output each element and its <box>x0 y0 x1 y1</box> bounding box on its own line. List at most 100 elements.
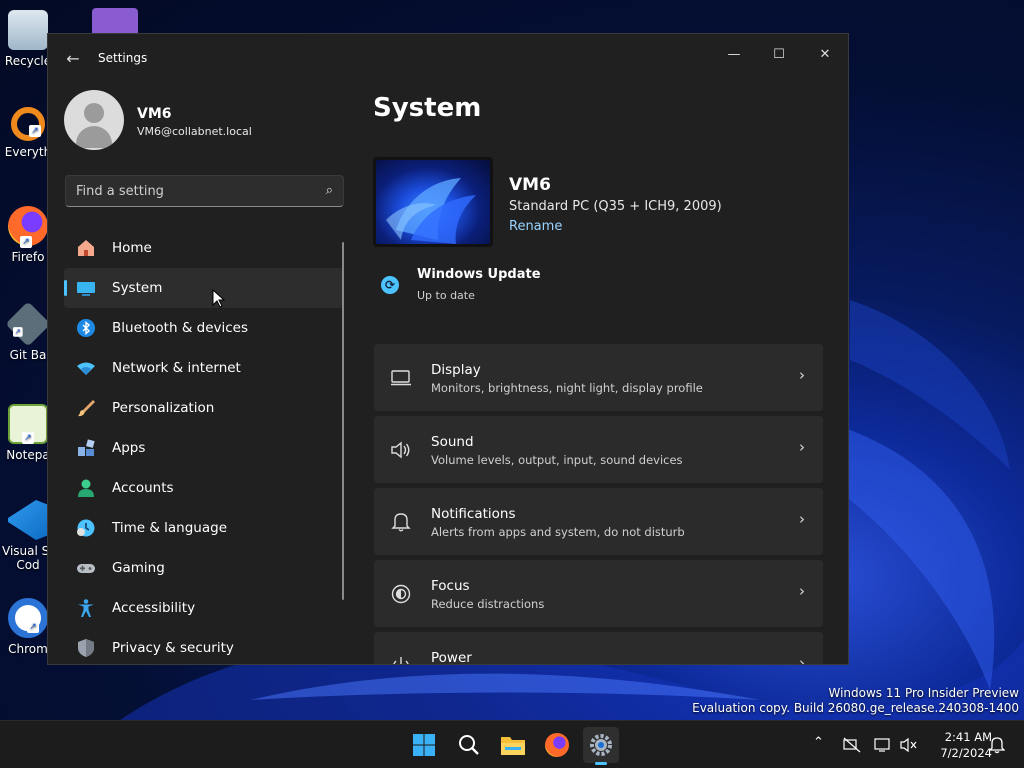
sidebar-item-time-language[interactable]: Time & language <box>64 508 344 548</box>
start-icon <box>413 734 435 756</box>
focus-icon <box>391 584 411 604</box>
network-disconnected-icon[interactable] <box>843 737 861 753</box>
windows-update-title[interactable]: Windows Update <box>417 267 541 282</box>
settings-card-notifications[interactable]: Notifications Alerts from apps and syste… <box>374 488 823 555</box>
system-icon <box>77 282 95 296</box>
clock-time: 2:41 AM <box>944 730 992 744</box>
speaker-icon <box>391 441 410 459</box>
sidebar-item-personalization[interactable]: Personalization <box>64 388 344 428</box>
close-button[interactable]: ✕ <box>802 40 848 70</box>
watermark-line-1: Windows 11 Pro Insider Preview <box>828 686 1019 700</box>
clock-globe-icon <box>77 519 95 537</box>
page-title: System <box>373 93 482 123</box>
maximize-button[interactable]: ☐ <box>756 40 802 70</box>
notification-bell-icon[interactable] <box>989 736 1005 754</box>
bell-icon <box>391 513 411 532</box>
bloom-thumbnail-icon <box>386 178 476 244</box>
shortcut-arrow-icon: ↗ <box>29 125 41 137</box>
sidebar-item-label: Accessibility <box>112 600 196 616</box>
chevron-right-icon: › <box>799 654 805 665</box>
shortcut-arrow-icon: ↗ <box>13 327 23 337</box>
file-explorer-icon <box>501 737 525 755</box>
sidebar-item-system[interactable]: System <box>64 268 344 308</box>
card-title: Sound <box>431 434 474 450</box>
taskbar-search-button[interactable] <box>451 727 487 763</box>
search-icon <box>459 735 479 755</box>
sidebar-item-accounts[interactable]: Accounts <box>64 468 344 508</box>
windows-update-status: Up to date <box>417 289 475 302</box>
sidebar-item-apps[interactable]: Apps <box>64 428 344 468</box>
brush-icon <box>78 400 95 417</box>
settings-window: ← Settings — ☐ ✕ VM6 VM6@collabnet.local… <box>47 33 849 665</box>
recycle-bin-icon <box>8 10 48 50</box>
sidebar-item-label: Time & language <box>112 520 228 536</box>
vscode-icon <box>8 500 48 540</box>
card-description: Reduce distractions <box>431 597 545 611</box>
avatar[interactable] <box>64 90 124 150</box>
sidebar-item-bluetooth[interactable]: Bluetooth & devices <box>64 308 344 348</box>
firefox-taskbar-button[interactable] <box>539 727 575 763</box>
display-icon <box>391 370 411 386</box>
tray-overflow-chevron[interactable]: ⌃ <box>813 735 824 750</box>
gamepad-icon <box>77 564 95 573</box>
pc-name: VM6 <box>509 175 551 195</box>
sidebar-item-accessibility[interactable]: Accessibility <box>64 588 344 628</box>
network-icon <box>77 362 95 375</box>
firefox-icon <box>545 733 569 757</box>
card-description: Monitors, brightness, night light, displ… <box>431 381 703 395</box>
mouse-cursor-icon <box>212 289 226 308</box>
bluetooth-icon <box>77 319 95 337</box>
sidebar-item-home[interactable]: Home <box>64 228 344 268</box>
git-bash-icon: ↗ <box>5 301 51 347</box>
display-tray-icon[interactable] <box>874 737 892 753</box>
sidebar-item-label: Privacy & security <box>112 640 234 656</box>
search-icon: ⌕ <box>325 183 333 198</box>
shortcut-arrow-icon: ↗ <box>22 432 34 444</box>
pc-model: Standard PC (Q35 + ICH9, 2009) <box>509 199 722 214</box>
vs-desktop-icon[interactable] <box>92 8 138 34</box>
settings-icon <box>590 734 612 756</box>
clock-date: 7/2/2024 <box>940 746 992 760</box>
card-description: Volume levels, output, input, sound devi… <box>431 453 683 467</box>
sidebar-item-label: Home <box>112 240 152 256</box>
settings-taskbar-button[interactable] <box>583 727 619 763</box>
sidebar-item-label: Personalization <box>112 400 215 416</box>
settings-card-focus[interactable]: Focus Reduce distractions › <box>374 560 823 627</box>
sidebar-item-label: Network & internet <box>112 360 241 376</box>
settings-card-sound[interactable]: Sound Volume levels, output, input, soun… <box>374 416 823 483</box>
sidebar-item-privacy[interactable]: Privacy & security <box>64 628 344 664</box>
shield-icon <box>78 639 94 657</box>
nav-scrollbar[interactable] <box>342 242 344 600</box>
window-title: Settings <box>98 51 148 65</box>
chevron-right-icon: › <box>799 582 805 600</box>
everything-search-icon: ↗ <box>11 107 45 141</box>
minimize-button[interactable]: — <box>711 40 757 70</box>
settings-card-power[interactable]: Power › <box>374 632 823 665</box>
chevron-right-icon: › <box>799 438 805 456</box>
windows-update-icon: ⟳ <box>381 276 399 294</box>
home-icon <box>78 240 94 256</box>
title-bar[interactable]: ← Settings — ☐ ✕ <box>48 34 848 82</box>
back-button[interactable]: ← <box>62 48 84 70</box>
taskbar-clock[interactable]: 2:41 AM 7/2/2024 <box>920 729 992 761</box>
settings-card-display[interactable]: Display Monitors, brightness, night ligh… <box>374 344 823 411</box>
sidebar-item-label: Apps <box>112 440 146 456</box>
card-title: Notifications <box>431 506 516 522</box>
watermark-line-2: Evaluation copy. Build 26080.ge_release.… <box>692 701 1019 715</box>
rename-link[interactable]: Rename <box>509 219 562 234</box>
sidebar-item-label: Gaming <box>112 560 165 576</box>
chevron-up-icon: ⌃ <box>813 735 824 750</box>
taskbar: ⌃ 2:41 AM 7/2/2024 <box>0 720 1024 768</box>
sidebar-item-label: Bluetooth & devices <box>112 320 249 336</box>
search-input[interactable]: Find a setting ⌕ <box>65 175 344 207</box>
avatar-body-icon <box>76 126 112 148</box>
card-description: Alerts from apps and system, do not dist… <box>431 525 685 539</box>
file-explorer-button[interactable] <box>495 727 531 763</box>
sidebar-item-network[interactable]: Network & internet <box>64 348 344 388</box>
sidebar-item-gaming[interactable]: Gaming <box>64 548 344 588</box>
accessibility-icon <box>78 599 94 617</box>
start-button[interactable] <box>406 727 442 763</box>
firefox-icon: ↗ <box>8 206 48 248</box>
volume-muted-icon[interactable] <box>900 737 918 753</box>
card-title: Display <box>431 362 481 378</box>
